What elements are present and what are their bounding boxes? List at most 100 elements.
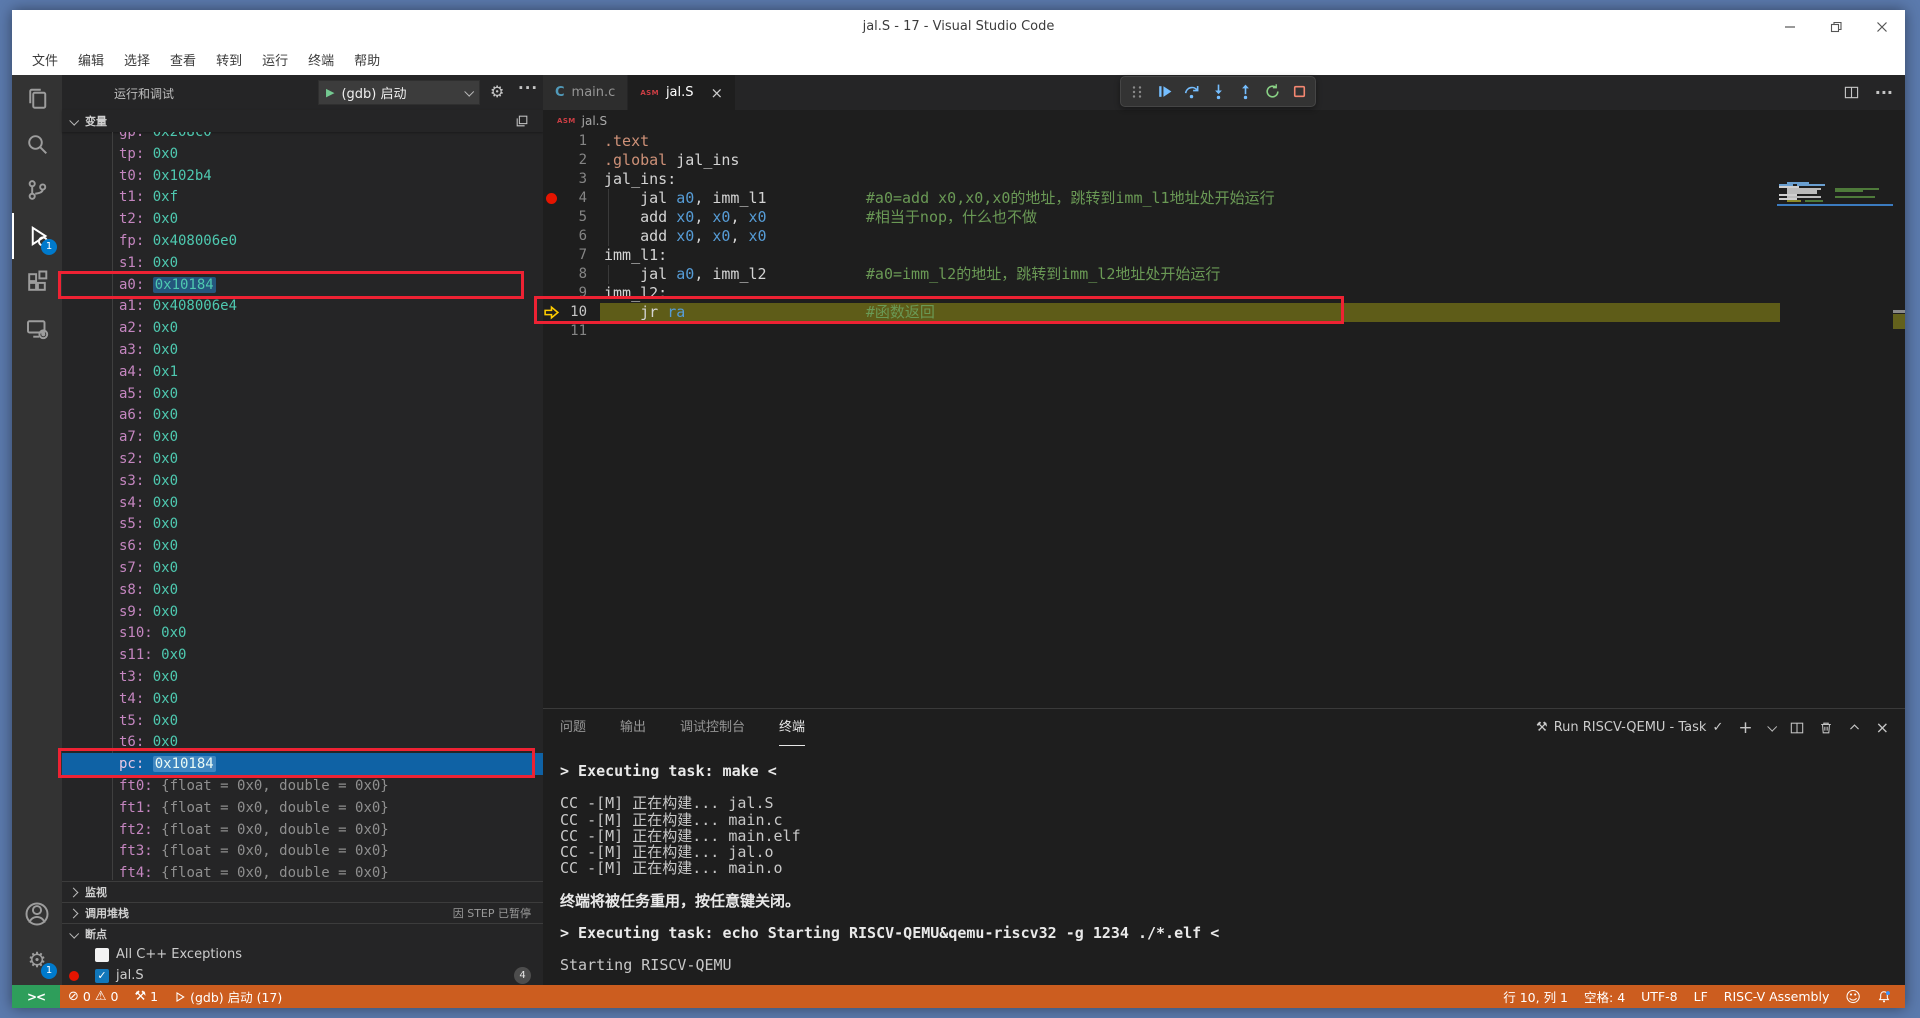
minimize-button[interactable] [1767, 10, 1813, 44]
menu-item-转到[interactable]: 转到 [206, 46, 252, 73]
panel-tab-问题[interactable]: 问题 [560, 709, 586, 746]
continue-button[interactable] [1152, 80, 1176, 104]
accounts-icon[interactable] [12, 891, 62, 937]
feedback-smiley-icon[interactable]: ☺ [1837, 988, 1869, 1006]
variable-row-ft2[interactable]: ft2: {float = 0x0, double = 0x0} [62, 819, 543, 841]
code-line-9[interactable]: 9imm_l2: [543, 284, 1905, 303]
search-icon[interactable] [12, 121, 62, 167]
status-item-空格: 4[interactable]: 空格: 4 [1576, 987, 1633, 1006]
variable-row-a4[interactable]: a4: 0x1 [62, 361, 543, 383]
terminal-output[interactable]: > Executing task: make < CC -[M] 正在构建...… [560, 763, 1219, 973]
panes-icon[interactable] [515, 114, 529, 128]
panel-tab-输出[interactable]: 输出 [620, 709, 646, 746]
kill-terminal-icon[interactable] [1819, 721, 1833, 735]
step-into-button[interactable] [1206, 80, 1230, 104]
status-item-RISC-V Assembly[interactable]: RISC-V Assembly [1716, 989, 1838, 1004]
variable-row-a7[interactable]: a7: 0x0 [62, 426, 543, 448]
menu-item-文件[interactable]: 文件 [22, 46, 68, 73]
variable-row-s5[interactable]: s5: 0x0 [62, 513, 543, 535]
variable-row-s10[interactable]: s10: 0x0 [62, 622, 543, 644]
settings-gear-icon[interactable]: ⚙ 1 [12, 937, 62, 983]
variable-row-s1[interactable]: s1: 0x0 [62, 252, 543, 274]
variable-row-tp[interactable]: tp: 0x0 [62, 143, 543, 165]
extensions-icon[interactable] [12, 259, 62, 305]
call-stack-section-header[interactable]: 调用堆栈 因 STEP 已暂停 [62, 902, 543, 923]
watch-section-header[interactable]: 监视 [62, 881, 543, 902]
debug-settings-gear-icon[interactable]: ⚙ [490, 82, 504, 101]
remote-indicator[interactable]: >< [12, 985, 60, 1008]
status-item-行 10, 列 1[interactable]: 行 10, 列 1 [1495, 987, 1576, 1006]
breakpoints-section-header[interactable]: 断点 [62, 923, 543, 944]
menu-item-编辑[interactable]: 编辑 [68, 46, 114, 73]
running-tasks-status[interactable]: ⚒ 1 [126, 985, 166, 1008]
variable-row-s11[interactable]: s11: 0x0 [62, 644, 543, 666]
split-terminal-icon[interactable] [1790, 721, 1804, 735]
variable-row-t1[interactable]: t1: 0xf [62, 186, 543, 208]
code-line-6[interactable]: 6 add x0, x0, x0 [543, 227, 1905, 246]
code-line-8[interactable]: 8 jal a0, imm_l2 #a0=imm_l2的地址，跳转到imm_l2… [543, 265, 1905, 284]
variable-row-s6[interactable]: s6: 0x0 [62, 535, 543, 557]
breakpoint-checkbox[interactable] [95, 948, 109, 962]
variable-row-a5[interactable]: a5: 0x0 [62, 383, 543, 405]
variable-row-s7[interactable]: s7: 0x0 [62, 557, 543, 579]
variable-row-fp[interactable]: fp: 0x408006e0 [62, 230, 543, 252]
variable-row-ft1[interactable]: ft1: {float = 0x0, double = 0x0} [62, 797, 543, 819]
more-actions-icon[interactable]: ··· [518, 79, 538, 97]
variable-row-gp[interactable]: gp: 0x208c0 [62, 132, 543, 143]
code-line-3[interactable]: 3jal_ins: [543, 170, 1905, 189]
menu-item-帮助[interactable]: 帮助 [344, 46, 390, 73]
debug-session-status[interactable]: (gdb) 启动 (17) [166, 985, 290, 1008]
menu-item-选择[interactable]: 选择 [114, 46, 160, 73]
variable-row-s4[interactable]: s4: 0x0 [62, 492, 543, 514]
code-line-7[interactable]: 7imm_l1: [543, 246, 1905, 265]
variable-row-s8[interactable]: s8: 0x0 [62, 579, 543, 601]
status-item-UTF-8[interactable]: UTF-8 [1633, 989, 1685, 1004]
close-window-button[interactable] [1859, 10, 1905, 44]
variable-row-a6[interactable]: a6: 0x0 [62, 404, 543, 426]
problems-status[interactable]: ⊘ 0 ⚠ 0 [60, 985, 126, 1008]
variable-row-a3[interactable]: a3: 0x0 [62, 339, 543, 361]
variable-row-ft0[interactable]: ft0: {float = 0x0, double = 0x0} [62, 775, 543, 797]
terminal-dropdown-icon[interactable] [1767, 722, 1777, 732]
variable-row-a2[interactable]: a2: 0x0 [62, 317, 543, 339]
code-line-1[interactable]: 1.text [543, 132, 1905, 151]
restore-button[interactable] [1813, 10, 1859, 44]
breadcrumb[interactable]: ASM jal.S [543, 110, 1905, 132]
variable-row-a0[interactable]: a0: 0x10184 [62, 274, 543, 296]
launch-config-dropdown[interactable]: ▶ (gdb) 启动 [318, 80, 480, 105]
notifications-bell-icon[interactable] [1869, 990, 1899, 1004]
variable-row-pc[interactable]: pc: 0x10184 [62, 753, 543, 775]
code-editor[interactable]: 1.text2.global jal_ins3jal_ins:4 jal a0,… [543, 132, 1905, 708]
menu-item-运行[interactable]: 运行 [252, 46, 298, 73]
variable-row-t5[interactable]: t5: 0x0 [62, 710, 543, 732]
run-and-debug-icon[interactable]: 1 [12, 213, 62, 259]
source-control-icon[interactable] [12, 167, 62, 213]
menu-item-查看[interactable]: 查看 [160, 46, 206, 73]
variable-row-s2[interactable]: s2: 0x0 [62, 448, 543, 470]
step-over-button[interactable] [1179, 80, 1203, 104]
variable-row-t0[interactable]: t0: 0x102b4 [62, 165, 543, 187]
variable-row-s9[interactable]: s9: 0x0 [62, 601, 543, 623]
variable-row-t2[interactable]: t2: 0x0 [62, 208, 543, 230]
variable-row-s3[interactable]: s3: 0x0 [62, 470, 543, 492]
panel-tab-终端[interactable]: 终端 [779, 709, 805, 746]
new-terminal-button[interactable]: + [1738, 718, 1752, 738]
panel-tab-调试控制台[interactable]: 调试控制台 [680, 709, 745, 746]
tab-jal.S[interactable]: ASMjal.S× [628, 75, 735, 110]
close-panel-icon[interactable]: × [1876, 718, 1889, 737]
breadcrumb-item[interactable]: jal.S [582, 114, 607, 128]
variable-row-ft3[interactable]: ft3: {float = 0x0, double = 0x0} [62, 840, 543, 862]
toolbar-drag-handle[interactable] [1125, 80, 1149, 104]
title-bar[interactable]: jal.S - 17 - Visual Studio Code [12, 10, 1905, 44]
menu-item-终端[interactable]: 终端 [298, 46, 344, 73]
maximize-panel-icon[interactable] [1848, 721, 1861, 734]
tab-main.c[interactable]: Cmain.c [543, 75, 628, 110]
more-actions-icon[interactable]: ··· [1875, 83, 1893, 102]
breakpoint-row-All C++ Exceptions[interactable]: All C++ Exceptions [62, 944, 543, 965]
variable-row-ft4[interactable]: ft4: {float = 0x0, double = 0x0} [62, 862, 543, 880]
close-tab-icon[interactable]: × [711, 84, 724, 102]
variable-row-t3[interactable]: t3: 0x0 [62, 666, 543, 688]
start-debug-icon[interactable]: ▶ [326, 86, 334, 99]
split-editor-icon[interactable] [1844, 85, 1859, 100]
breakpoint-row-jal.S[interactable]: ✓jal.S4 [62, 965, 543, 985]
